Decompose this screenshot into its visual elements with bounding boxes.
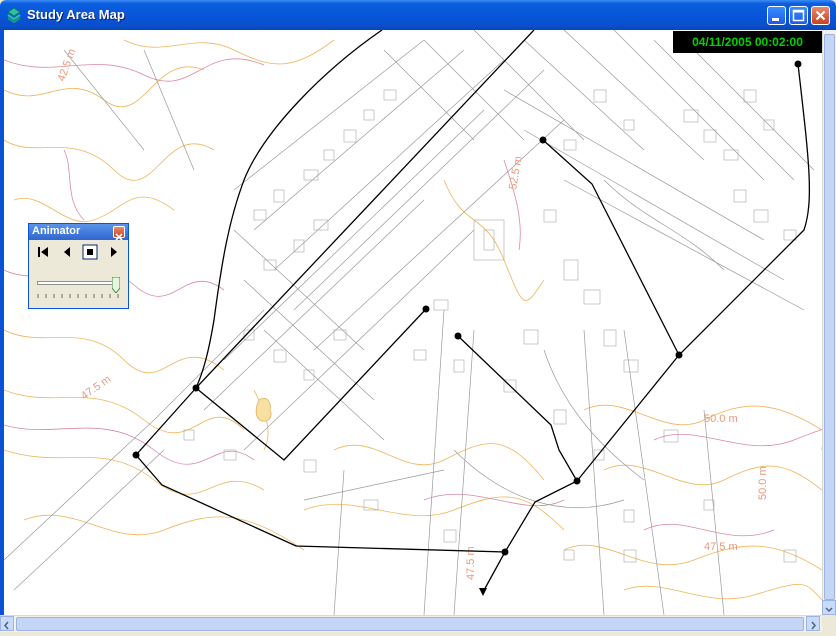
window-title: Study Area Map: [27, 7, 125, 22]
minimize-button[interactable]: [767, 6, 786, 25]
junction-node: [539, 136, 547, 144]
title-bar[interactable]: Study Area Map: [0, 0, 836, 30]
pond-feature: [255, 397, 272, 422]
contour-label: 47.5 m: [79, 373, 113, 402]
scroll-down-button[interactable]: [822, 600, 836, 615]
junction-node: [422, 305, 430, 313]
animation-slider-track[interactable]: [37, 281, 119, 285]
animator-title-bar[interactable]: Animator: [29, 224, 128, 241]
outfall-arrow-icon: [479, 588, 487, 596]
junction-node: [573, 477, 581, 485]
close-button[interactable]: [811, 6, 830, 25]
vertical-scroll-thumb[interactable]: [824, 34, 835, 600]
junction-node: [192, 384, 200, 392]
contour-label: 47.5 m: [704, 541, 738, 553]
animator-title: Animator: [32, 225, 81, 237]
simulation-clock: 04/11/2005 00:02:00: [673, 31, 822, 53]
animator-panel[interactable]: Animator: [28, 223, 129, 309]
pipe-network: [135, 30, 811, 593]
contour-label: 52.5 m: [507, 155, 525, 190]
vertical-scrollbar[interactable]: [822, 30, 836, 615]
junction-node: [132, 451, 140, 459]
contour-label: 50.0 m: [704, 413, 738, 425]
animator-close-button[interactable]: [113, 226, 125, 241]
map-layer: 42.5 m 47.5 m 50.0 m 47.5 m 52.5 m 47.5 …: [4, 30, 822, 615]
junction-node: [794, 60, 802, 68]
app-icon: [7, 7, 21, 23]
contour-label: 50.0 m: [757, 466, 769, 500]
building-footprints: [183, 89, 797, 563]
scroll-right-button[interactable]: [806, 616, 820, 631]
animation-slider-thumb[interactable]: [112, 277, 120, 293]
minimize-icon: [772, 18, 779, 21]
resize-grip[interactable]: [822, 615, 836, 632]
scroll-left-button[interactable]: [0, 616, 14, 631]
slider-ticks: [37, 294, 119, 298]
junction-node: [501, 548, 509, 556]
stop-icon[interactable]: [82, 244, 98, 260]
chevron-left-icon: [4, 621, 9, 630]
contour-label-group: 42.5 m 47.5 m 50.0 m 47.5 m 52.5 m 47.5 …: [56, 47, 769, 580]
junction-node: [675, 351, 683, 359]
map-canvas[interactable]: 42.5 m 47.5 m 50.0 m 47.5 m 52.5 m 47.5 …: [4, 30, 822, 615]
contour-lines: [4, 39, 822, 601]
junction-node: [454, 332, 462, 340]
step-back-icon[interactable]: [59, 244, 75, 260]
play-icon[interactable]: [106, 244, 122, 260]
close-icon: [115, 233, 123, 241]
maximize-icon: [792, 9, 805, 22]
close-icon: [815, 10, 826, 21]
chevron-right-icon: [811, 621, 816, 630]
horizontal-scroll-thumb[interactable]: [16, 617, 804, 631]
rewind-to-start-icon[interactable]: [35, 244, 51, 260]
horizontal-scrollbar[interactable]: [0, 615, 822, 632]
maximize-button[interactable]: [789, 6, 808, 25]
